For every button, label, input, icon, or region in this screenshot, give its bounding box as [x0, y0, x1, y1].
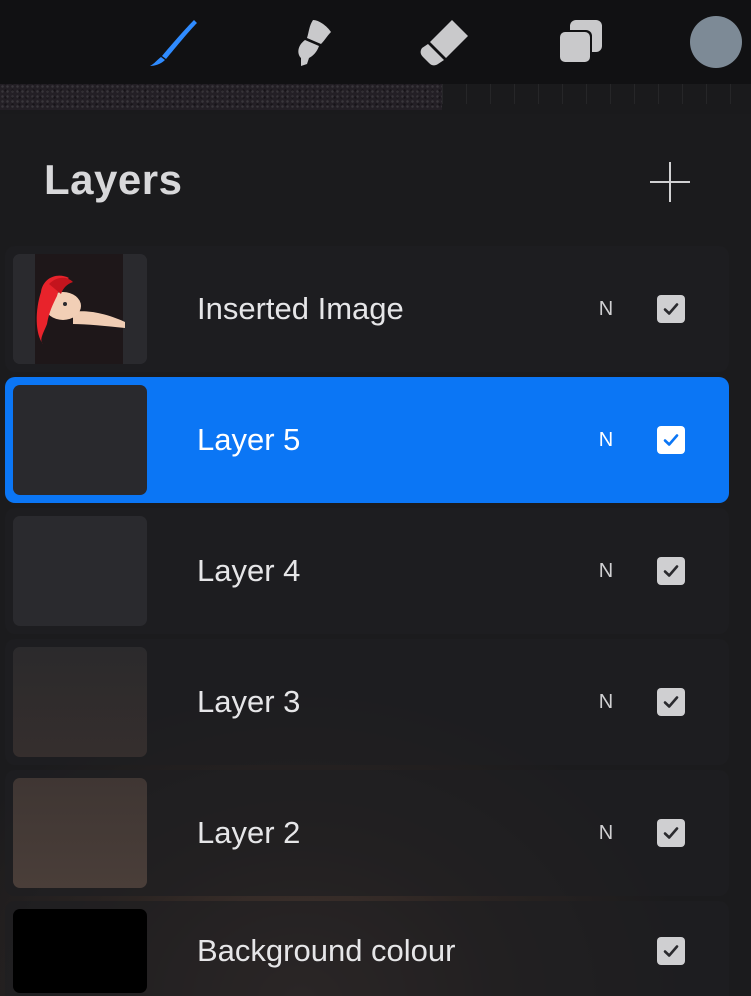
checkmark-icon	[663, 434, 679, 446]
canvas-texture	[0, 84, 442, 110]
checkmark-icon	[663, 945, 679, 957]
smudge-icon	[298, 20, 331, 66]
blend-mode-button[interactable]: N	[591, 639, 621, 765]
visibility-checkbox[interactable]	[657, 295, 685, 323]
layer-thumbnail	[13, 516, 147, 626]
layers-icon	[558, 20, 602, 64]
portrait-thumbnail-image	[13, 254, 147, 364]
layers-tool-button[interactable]	[552, 14, 608, 70]
layer-name: Layer 5	[197, 422, 301, 457]
checkmark-icon	[663, 565, 679, 577]
layer-thumbnail	[13, 647, 147, 757]
layer-row-layer-3[interactable]: Layer 3 N	[5, 639, 729, 765]
visibility-checkbox[interactable]	[657, 426, 685, 454]
canvas-grid	[442, 84, 751, 104]
layers-panel: Layers Inserted Image N Layer 5 N Layer …	[0, 110, 751, 996]
layer-row-layer-5[interactable]: Layer 5 N	[5, 377, 729, 503]
eraser-icon	[420, 20, 468, 66]
procreate-window: Layers Inserted Image N Layer 5 N Layer …	[0, 0, 751, 996]
layer-thumbnail	[13, 254, 147, 364]
layer-name: Layer 2	[197, 815, 301, 850]
checkmark-icon	[663, 303, 679, 315]
layer-thumbnail	[13, 385, 147, 495]
visibility-checkbox[interactable]	[657, 819, 685, 847]
layer-name: Inserted Image	[197, 291, 404, 326]
color-picker-button[interactable]	[690, 16, 742, 68]
layer-name: Layer 3	[197, 684, 301, 719]
visibility-checkbox[interactable]	[657, 688, 685, 716]
blend-mode-button[interactable]: N	[591, 508, 621, 634]
layer-row-background-colour[interactable]: Background colour	[5, 901, 729, 996]
layer-row-layer-4[interactable]: Layer 4 N	[5, 508, 729, 634]
brush-icon	[150, 20, 197, 66]
top-toolbar	[0, 0, 751, 84]
layer-row-inserted-image[interactable]: Inserted Image N	[5, 246, 729, 372]
checkmark-icon	[663, 827, 679, 839]
eraser-tool-button[interactable]	[416, 14, 472, 70]
blend-mode-button[interactable]: N	[591, 770, 621, 896]
visibility-checkbox[interactable]	[657, 937, 685, 965]
background-color-swatch[interactable]	[13, 909, 147, 993]
layer-thumbnail	[13, 778, 147, 888]
layer-list: Inserted Image N Layer 5 N Layer 4 N Lay…	[0, 110, 751, 996]
smudge-tool-button[interactable]	[283, 14, 339, 70]
brush-tool-button[interactable]	[146, 14, 202, 70]
checkmark-icon	[663, 696, 679, 708]
layer-name: Background colour	[197, 933, 456, 968]
layer-name: Layer 4	[197, 553, 301, 588]
blend-mode-button[interactable]: N	[591, 246, 621, 372]
visibility-checkbox[interactable]	[657, 557, 685, 585]
layer-row-layer-2[interactable]: Layer 2 N	[5, 770, 729, 896]
blend-mode-button[interactable]: N	[591, 377, 621, 503]
